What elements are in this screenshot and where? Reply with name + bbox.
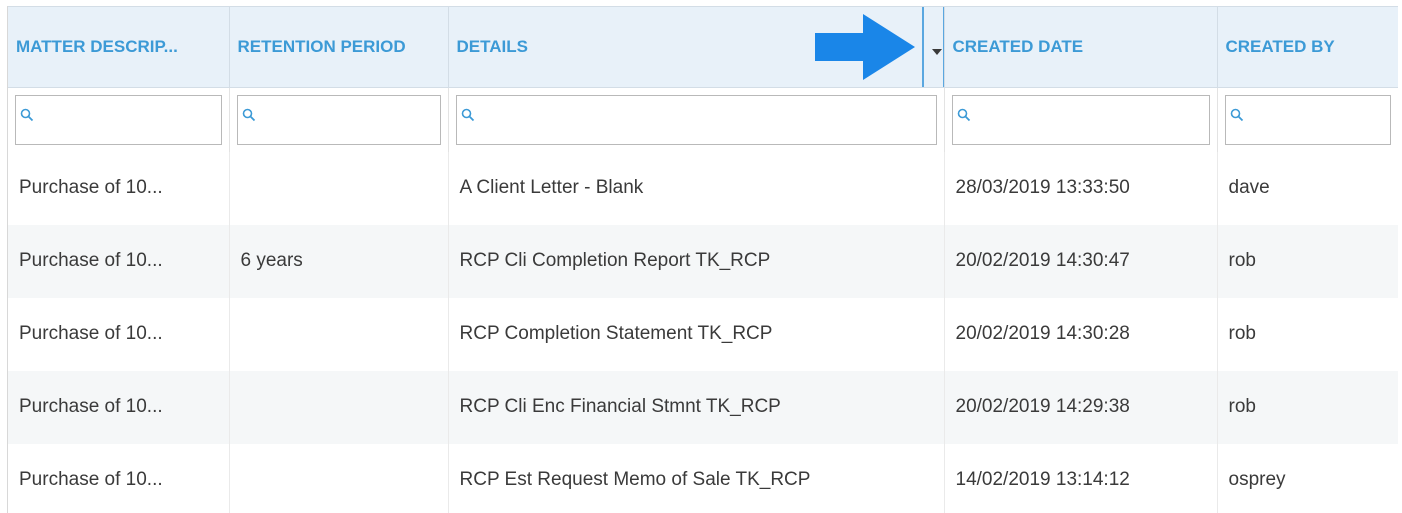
cell-retention-period: [229, 151, 449, 225]
search-icon: [20, 108, 34, 121]
cell-retention-period: [229, 297, 449, 371]
cell-created-by: rob: [1217, 370, 1398, 444]
cell-created-date: 28/03/2019 13:33:50: [944, 151, 1218, 225]
cell-retention-period: [229, 370, 449, 444]
documents-table: MATTER DESCRIP... RETENTION PERIOD DETAI…: [8, 6, 1398, 513]
cell-retention-period: 6 years: [229, 224, 449, 298]
column-header-matter-description[interactable]: MATTER DESCRIP...: [8, 6, 230, 88]
cell-created-date: 14/02/2019 13:14:12: [944, 443, 1218, 513]
arrow-right-icon: [815, 14, 915, 80]
column-header-retention-period[interactable]: RETENTION PERIOD: [229, 6, 449, 88]
table-row[interactable]: Purchase of 10... 6 years RCP Cli Comple…: [8, 224, 1398, 298]
cell-matter-description: Purchase of 10...: [8, 224, 230, 298]
filter-input-retention-period[interactable]: [236, 94, 441, 145]
search-icon: [242, 108, 255, 121]
search-icon: [461, 108, 474, 121]
cell-created-date: 20/02/2019 14:30:28: [944, 297, 1218, 371]
cell-created-by: dave: [1217, 151, 1398, 225]
cell-details: RCP Est Request Memo of Sale TK_RCP: [448, 443, 945, 513]
table-row[interactable]: Purchase of 10... RCP Completion Stateme…: [8, 297, 1398, 371]
filter-input-details[interactable]: [455, 94, 937, 145]
chevron-down-icon[interactable]: [931, 49, 942, 55]
cell-matter-description: Purchase of 10...: [8, 151, 230, 225]
column-header-created-by[interactable]: CREATED BY: [1217, 6, 1398, 88]
table-row[interactable]: Purchase of 10... RCP Est Request Memo o…: [8, 443, 1398, 513]
cell-details: RCP Completion Statement TK_RCP: [448, 297, 945, 371]
column-header-created-date[interactable]: CREATED DATE: [944, 6, 1218, 88]
cell-retention-period: [229, 443, 449, 513]
cell-created-by: rob: [1217, 224, 1398, 298]
cell-created-by: osprey: [1217, 443, 1398, 513]
cell-details: A Client Letter - Blank: [448, 151, 945, 225]
cell-created-date: 20/02/2019 14:30:47: [944, 224, 1218, 298]
cell-details: RCP Cli Completion Report TK_RCP: [448, 224, 945, 298]
documents-grid: MATTER DESCRIP... RETENTION PERIOD DETAI…: [7, 6, 1398, 513]
filter-row: [8, 87, 1398, 152]
column-drop-indicator: [921, 7, 924, 87]
column-header-row: MATTER DESCRIP... RETENTION PERIOD DETAI…: [8, 6, 1398, 88]
cell-details: RCP Cli Enc Financial Stmnt TK_RCP: [448, 370, 945, 444]
search-icon: [957, 108, 970, 121]
table-row[interactable]: Purchase of 10... A Client Letter - Blan…: [8, 151, 1398, 225]
table-row[interactable]: Purchase of 10... RCP Cli Enc Financial …: [8, 370, 1398, 444]
search-icon: [1230, 108, 1243, 121]
cell-created-date: 20/02/2019 14:29:38: [944, 370, 1218, 444]
cell-matter-description: Purchase of 10...: [8, 443, 230, 513]
cell-matter-description: Purchase of 10...: [8, 370, 230, 444]
filter-input-created-date[interactable]: [951, 94, 1210, 145]
filter-input-created-by[interactable]: [1224, 94, 1391, 145]
cell-created-by: rob: [1217, 297, 1398, 371]
filter-input-matter-description[interactable]: [15, 94, 222, 145]
cell-matter-description: Purchase of 10...: [8, 297, 230, 371]
